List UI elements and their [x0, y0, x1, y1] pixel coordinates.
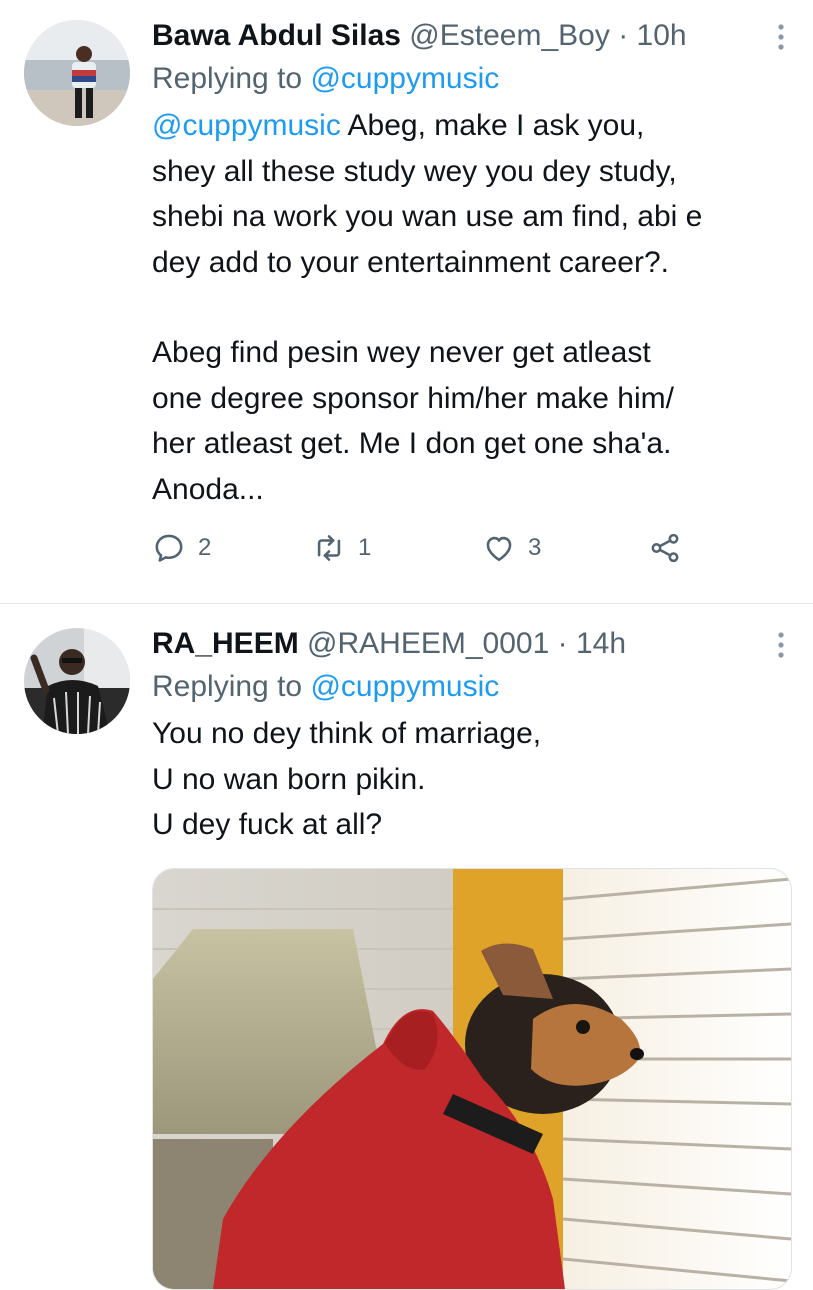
- retweet-icon: [317, 535, 341, 561]
- timestamp[interactable]: 14h: [576, 627, 626, 660]
- replying-to: Replying to @cuppymusic: [152, 668, 789, 706]
- share-button[interactable]: [648, 531, 682, 565]
- text-line: U dey fuck at all?: [152, 808, 383, 841]
- tweet-text: You no dey think of marriage, U no wan b…: [152, 711, 789, 848]
- share-icon: [651, 533, 679, 563]
- tweet-actions: 2 1 3: [152, 531, 692, 573]
- retweet-count: 1: [358, 534, 372, 561]
- tweet-media-image[interactable]: [152, 868, 792, 1290]
- replying-label: Replying to: [152, 62, 303, 95]
- replying-label: Replying to: [152, 670, 303, 703]
- tweet-content: RA_HEEM @RAHEEM_0001 · 14h Replying to @…: [152, 624, 789, 848]
- separator-dot: ·: [557, 627, 568, 660]
- reply-count: 2: [198, 534, 212, 561]
- more-vertical-icon[interactable]: [777, 24, 785, 50]
- avatar[interactable]: [24, 628, 130, 734]
- text-line: U no wan born pikin.: [152, 762, 426, 796]
- display-name[interactable]: RA_HEEM: [152, 627, 299, 660]
- tweet-text: @cuppymusic Abeg, make I ask you, shey a…: [152, 103, 789, 512]
- show-more-text[interactable]: Anoda...: [152, 467, 789, 513]
- text-line: You no dey think of marriage,: [152, 717, 542, 750]
- user-handle[interactable]: @Esteem_Boy: [409, 19, 610, 52]
- text-line: her atleast get. Me I don get one sha'a.: [152, 427, 672, 460]
- like-button[interactable]: 3: [482, 531, 541, 565]
- replying-to: Replying to @cuppymusic: [152, 60, 789, 98]
- reply-button[interactable]: 2: [152, 531, 211, 565]
- text-line: shebi na work you wan use am find, abi e: [152, 200, 703, 233]
- user-handle[interactable]: @RAHEEM_0001: [307, 627, 549, 660]
- text-line: shey all these study wey you dey study,: [152, 154, 677, 188]
- tweet-item[interactable]: Bawa Abdul Silas @Esteem_Boy · 10h Reply…: [0, 0, 813, 604]
- tweet-item[interactable]: RA_HEEM @RAHEEM_0001 · 14h Replying to @…: [0, 604, 813, 1290]
- replying-handle-link[interactable]: @cuppymusic: [310, 670, 499, 703]
- replying-handle-link[interactable]: @cuppymusic: [310, 62, 499, 95]
- more-vertical-icon[interactable]: [777, 632, 785, 658]
- mention-link[interactable]: @cuppymusic: [152, 109, 341, 142]
- text-line: dey add to your entertainment career?.: [152, 245, 669, 279]
- separator-dot: ·: [618, 19, 629, 52]
- text-line: Abeg, make I ask you,: [347, 109, 645, 142]
- tweet-header: Bawa Abdul Silas @Esteem_Boy · 10h: [152, 16, 789, 56]
- text-line: Abeg find pesin wey never get atleast: [152, 336, 651, 369]
- timestamp[interactable]: 10h: [637, 19, 687, 52]
- tweet-content: Bawa Abdul Silas @Esteem_Boy · 10h Reply…: [152, 16, 789, 512]
- heart-icon: [486, 536, 512, 562]
- dog-photo: [153, 869, 791, 1289]
- tweet-header: RA_HEEM @RAHEEM_0001 · 14h: [152, 624, 789, 664]
- retweet-button[interactable]: 1: [312, 531, 371, 565]
- text-line: one degree sponsor him/her make him/: [152, 381, 674, 415]
- reply-icon: [155, 534, 183, 562]
- display-name[interactable]: Bawa Abdul Silas: [152, 19, 401, 52]
- avatar[interactable]: [24, 20, 130, 126]
- like-count: 3: [528, 534, 542, 561]
